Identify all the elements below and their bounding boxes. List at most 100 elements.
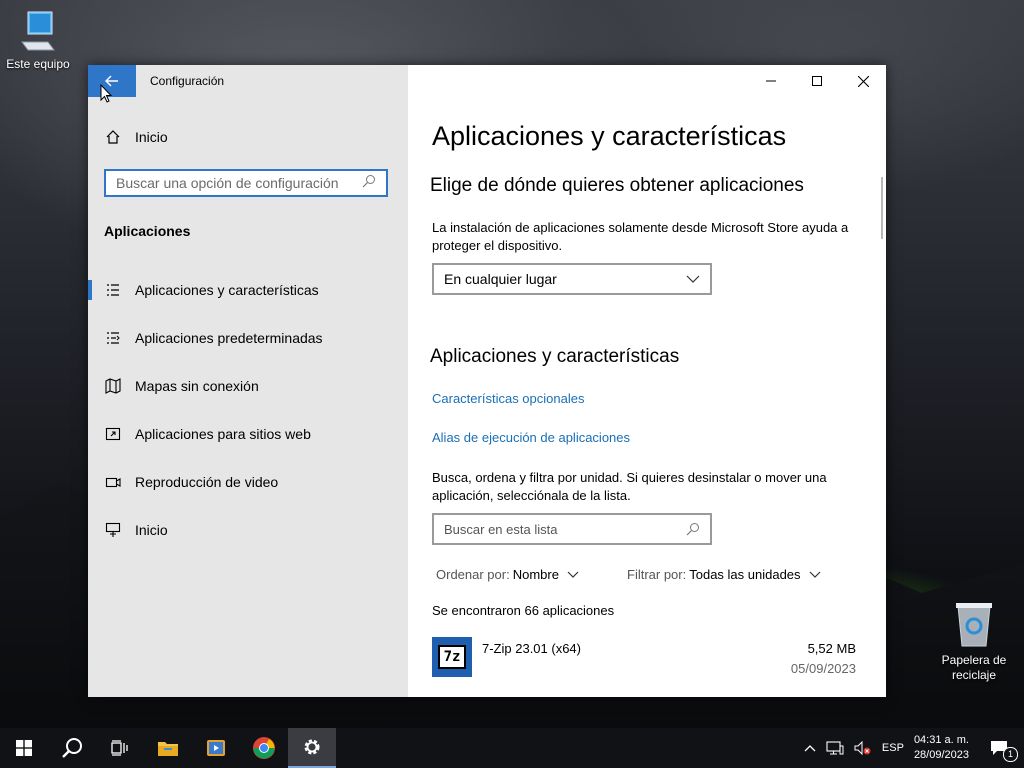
mouse-cursor-icon: [100, 84, 112, 103]
language-indicator[interactable]: ESP: [877, 728, 909, 768]
sort-value: Nombre: [512, 567, 559, 582]
settings-search-input[interactable]: Buscar una opción de configuración: [104, 169, 388, 197]
apps-list-icon: [105, 282, 121, 298]
minimize-icon: [766, 80, 776, 82]
settings-icon: [304, 739, 320, 755]
search-description: Busca, ordena y filtra por unidad. Si qu…: [432, 470, 827, 503]
sidebar-item-web-apps[interactable]: Aplicaciones para sitios web: [88, 414, 408, 454]
desktop-icon-label: Este equipo: [6, 57, 70, 71]
map-icon: [105, 378, 121, 394]
settings-window: Configuración Inicio Buscar una opción d…: [88, 65, 886, 697]
sidebar-item-label: Mapas sin conexión: [135, 378, 259, 394]
network-icon: [826, 741, 844, 755]
system-tray: ESP 04:31 a. m. 28/09/2023 1: [799, 728, 1024, 768]
volume-muted-icon: [854, 741, 871, 755]
recycle-bin-icon: [956, 603, 992, 647]
startup-icon: [105, 522, 121, 538]
window-controls: [748, 65, 886, 97]
video-icon: [105, 474, 121, 490]
default-apps-icon: [105, 330, 121, 346]
chevron-down-icon: [686, 275, 700, 283]
task-view-button[interactable]: [96, 728, 144, 768]
notification-count: 1: [1003, 747, 1018, 762]
chevron-down-icon: [567, 571, 579, 578]
sidebar-item-label: Aplicaciones predeterminadas: [135, 330, 323, 346]
home-icon: [105, 129, 121, 145]
web-app-icon: [105, 426, 121, 442]
media-player-button[interactable]: [192, 728, 240, 768]
minimize-button[interactable]: [748, 65, 794, 97]
sort-label: Ordenar por:: [436, 567, 510, 582]
taskbar-search-button[interactable]: [48, 728, 96, 768]
chrome-button[interactable]: [240, 728, 288, 768]
app-list-item[interactable]: 7z 7-Zip 23.01 (x64) 5,52 MB 05/09/2023: [432, 637, 856, 681]
dropdown-value: En cualquier lugar: [444, 271, 557, 287]
file-explorer-button[interactable]: [144, 728, 192, 768]
sidebar-item-apps-features[interactable]: Aplicaciones y características: [88, 270, 408, 310]
search-icon: [62, 738, 82, 758]
app-icon-text: 7z: [438, 645, 466, 669]
sidebar-item-video-playback[interactable]: Reproducción de video: [88, 462, 408, 502]
app-source-dropdown[interactable]: En cualquier lugar: [432, 263, 712, 295]
maximize-button[interactable]: [794, 65, 840, 97]
chevron-down-icon: [809, 571, 820, 578]
app-execution-alias-link[interactable]: Alias de ejecución de aplicaciones: [432, 430, 630, 445]
app-install-date: 05/09/2023: [790, 661, 856, 676]
sidebar-item-home[interactable]: Inicio: [88, 117, 408, 157]
filter-label: Filtrar por:: [627, 567, 687, 582]
list-search-placeholder: Buscar en esta lista: [444, 521, 558, 537]
sidebar: Configuración Inicio Buscar una opción d…: [88, 65, 408, 697]
apps-heading: Aplicaciones y características: [430, 346, 680, 367]
sidebar-item-label: Reproducción de video: [135, 474, 279, 490]
task-view-icon: [111, 740, 128, 756]
network-button[interactable]: [821, 728, 849, 768]
maximize-icon: [812, 76, 822, 86]
settings-taskbar-button[interactable]: [288, 728, 336, 768]
sidebar-item-label: Inicio: [135, 129, 168, 145]
app-name: 7-Zip 23.01 (x64): [482, 641, 581, 656]
close-button[interactable]: [840, 65, 886, 97]
sidebar-section-title: Aplicaciones: [104, 223, 191, 239]
apps-found-count: Se encontraron 66 aplicaciones: [432, 603, 615, 618]
source-heading: Elige de dónde quieres obtener aplicacio…: [430, 175, 804, 196]
computer-icon: [21, 11, 55, 51]
desktop-icon-este-equipo[interactable]: Este equipo: [0, 8, 80, 72]
media-player-icon: [207, 740, 225, 756]
window-title: Configuración: [150, 74, 225, 88]
app-list-search-input[interactable]: Buscar en esta lista: [432, 513, 712, 545]
clock[interactable]: 04:31 a. m. 28/09/2023: [909, 728, 974, 768]
windows-start-icon: [16, 740, 32, 756]
chrome-icon: [253, 737, 275, 759]
content-scrollbar[interactable]: [881, 177, 883, 239]
optional-features-link[interactable]: Características opcionales: [432, 391, 584, 406]
volume-button[interactable]: [849, 728, 877, 768]
action-center-button[interactable]: 1: [974, 728, 1024, 768]
search-icon: [686, 523, 699, 536]
sidebar-item-default-apps[interactable]: Aplicaciones predeterminadas: [88, 318, 408, 358]
taskbar: ESP 04:31 a. m. 28/09/2023 1: [0, 728, 1024, 768]
sidebar-item-label: Inicio: [135, 522, 168, 538]
show-hidden-icons-button[interactable]: [799, 728, 821, 768]
start-button[interactable]: [0, 728, 48, 768]
desktop-icon-papelera[interactable]: Papelera de reciclaje: [932, 600, 1016, 683]
sort-by-dropdown[interactable]: Ordenar por: Nombre: [436, 567, 579, 582]
sidebar-item-label: Aplicaciones para sitios web: [135, 426, 311, 442]
clock-time: 04:31 a. m.: [913, 734, 969, 746]
chevron-up-icon: [804, 745, 816, 752]
app-size: 5,52 MB: [807, 641, 856, 656]
main-content: Aplicaciones y características Elige de …: [408, 65, 886, 697]
desktop-icon-label: Papelera de reciclaje: [941, 653, 1007, 682]
sidebar-item-startup[interactable]: Inicio: [88, 510, 408, 550]
search-icon: [362, 174, 378, 193]
back-button[interactable]: [88, 65, 136, 97]
page-title: Aplicaciones y características: [432, 121, 787, 151]
settings-search-placeholder: Buscar una opción de configuración: [116, 175, 339, 191]
close-icon: [857, 75, 869, 87]
filter-by-dropdown[interactable]: Filtrar por: Todas las unidades: [627, 567, 821, 582]
source-description: La instalación de aplicaciones solamente…: [432, 220, 849, 253]
sidebar-item-label: Aplicaciones y características: [135, 282, 319, 298]
file-explorer-icon: [158, 742, 178, 756]
7zip-icon: 7z: [432, 637, 472, 677]
sidebar-item-offline-maps[interactable]: Mapas sin conexión: [88, 366, 408, 406]
filter-value: Todas las unidades: [689, 567, 801, 582]
